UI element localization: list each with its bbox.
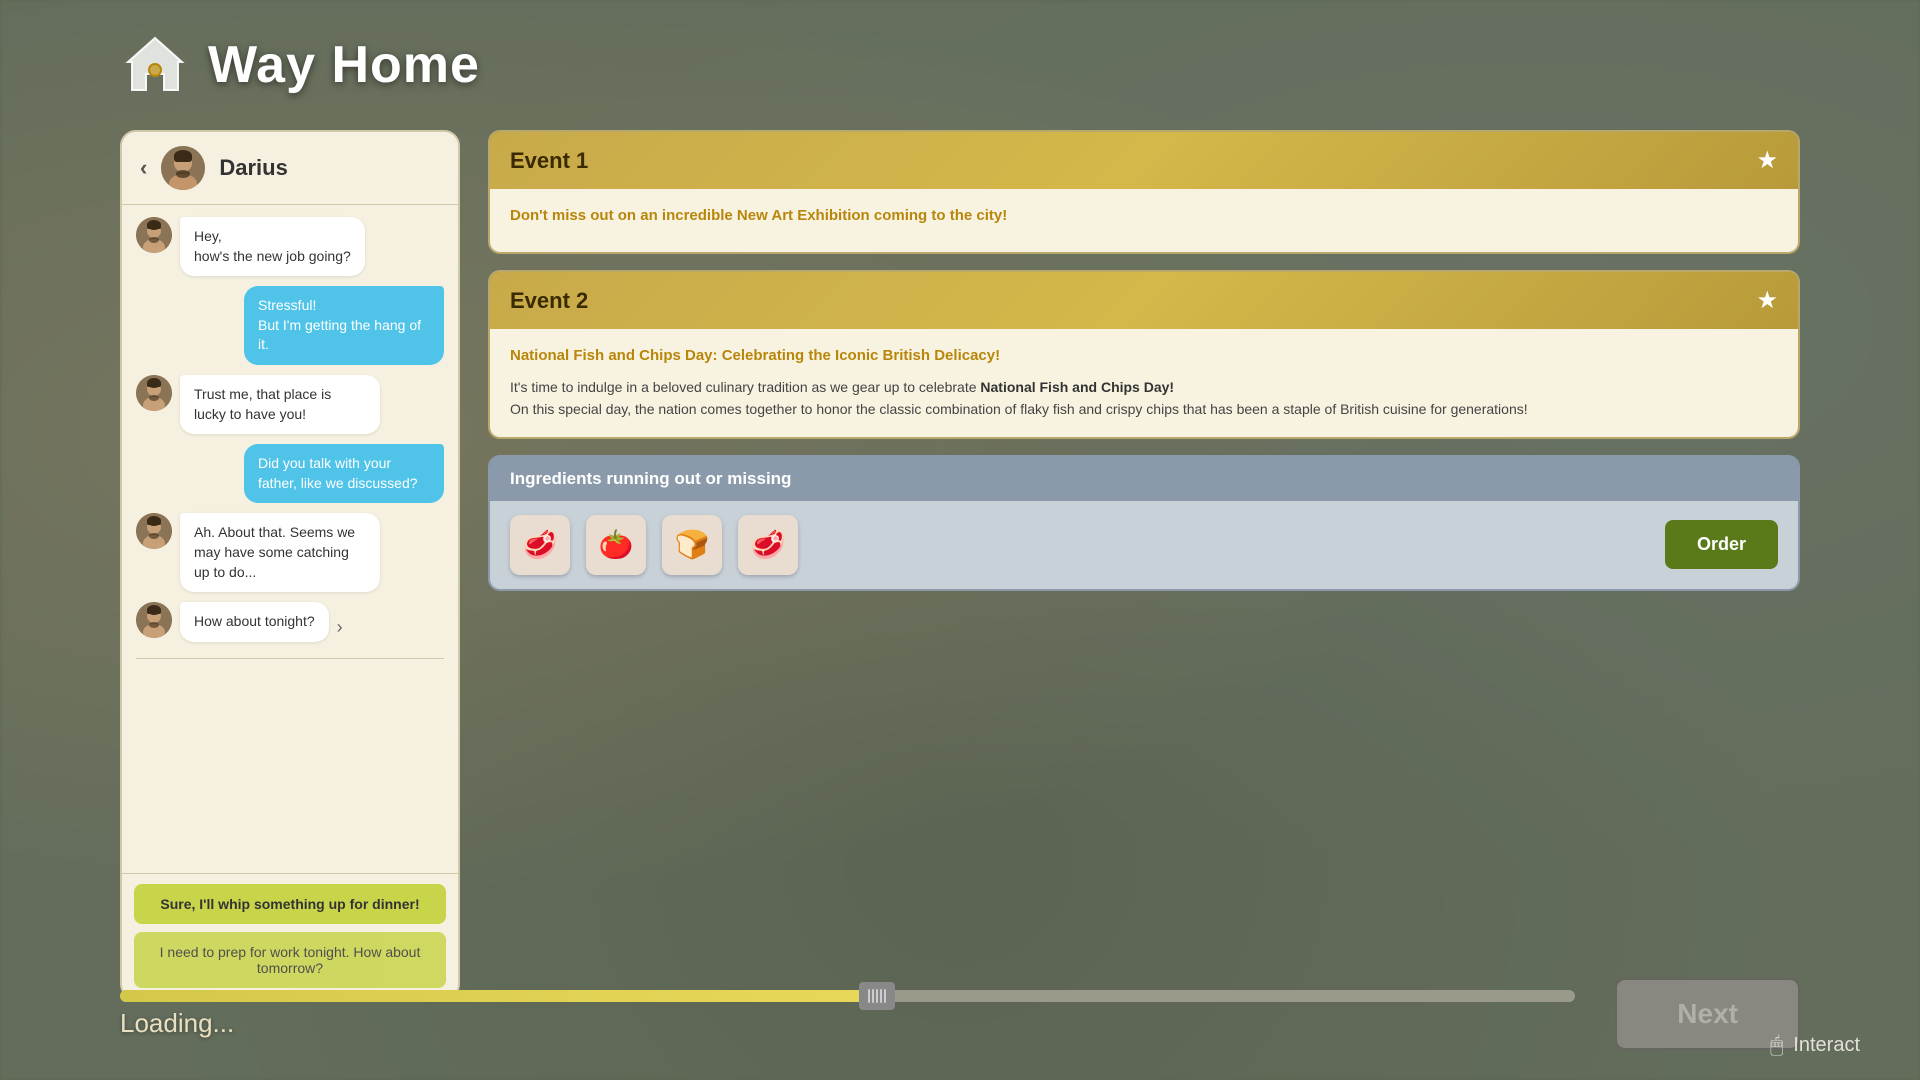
event-2-highlight: National Fish and Chips Day: Celebrating… [510,345,1778,366]
knob-lines [868,989,886,1003]
choice-button-1[interactable]: Sure, I'll whip something up for dinner! [134,884,446,924]
message-row: How about tonight? › [136,602,444,642]
ingredients-header: Ingredients running out or missing [490,457,1798,501]
message-avatar [136,217,172,253]
interact-label: Interact [1793,1034,1860,1057]
bottom-bar: Loading... Next [120,978,1800,1050]
ingredient-item-1: 🥩 [510,515,570,575]
message-bubble: Trust me, that place is lucky to have yo… [180,375,380,434]
event-card-1: Event 1 ★ Don't miss out on an incredibl… [488,130,1800,254]
event-1-header: Event 1 ★ [490,132,1798,189]
ingredients-body: 🥩 🍅 🍞 🥩 Order [490,501,1798,589]
ingredient-item-2: 🍅 [586,515,646,575]
event-1-highlight: Don't miss out on an incredible New Art … [510,205,1778,226]
message-avatar [136,375,172,411]
interact-indicator: 🖱 Interact [1770,1032,1860,1058]
progress-container: Loading... [120,990,1575,1039]
logo-icon [120,30,190,100]
events-panel: Event 1 ★ Don't miss out on an incredibl… [488,130,1800,1000]
contact-name: Darius [219,155,287,181]
ingredient-item-3: 🍞 [662,515,722,575]
message-bubble: Did you talk with your father, like we d… [244,444,444,503]
header: Way Home [120,30,480,100]
main-content: ‹ Darius [120,130,1800,1000]
knob-line-2 [872,989,874,1003]
event-2-header: Event 2 ★ [490,272,1798,329]
message-avatar [136,602,172,638]
message-row: Stressful!But I'm getting the hang of it… [136,286,444,365]
event-card-2: Event 2 ★ National Fish and Chips Day: C… [488,270,1800,439]
event-2-star-icon[interactable]: ★ [1756,286,1778,315]
message-bubble: Ah. About that. Seems we may have some c… [180,513,380,592]
chat-header: ‹ Darius [122,132,458,205]
message-bubble: Stressful!But I'm getting the hang of it… [244,286,444,365]
ingredient-item-4: 🥩 [738,515,798,575]
event-2-body: National Fish and Chips Day: Celebrating… [490,329,1798,437]
ingredients-panel: Ingredients running out or missing 🥩 🍅 🍞… [488,455,1800,591]
progress-knob[interactable] [859,982,895,1010]
knob-line-3 [876,989,878,1003]
back-button[interactable]: ‹ [140,155,147,181]
event-1-star-icon[interactable]: ★ [1756,146,1778,175]
knob-line-5 [884,989,886,1003]
message-bubble: Hey,how's the new job going? [180,217,365,276]
message-bubble: How about tonight? [180,602,329,642]
message-row: Did you talk with your father, like we d… [136,444,444,503]
ingredients-title: Ingredients running out or missing [510,469,791,488]
contact-avatar [161,146,205,190]
event-2-description: It's time to indulge in a beloved culina… [510,376,1778,421]
progress-track [120,990,1575,1002]
event-1-body: Don't miss out on an incredible New Art … [490,189,1798,252]
message-row: Ah. About that. Seems we may have some c… [136,513,444,592]
messages-divider [136,658,444,659]
loading-text: Loading... [120,1008,1575,1039]
progress-fill [120,990,877,1002]
knob-line-1 [868,989,870,1003]
event-1-title: Event 1 [510,148,588,174]
message-avatar [136,513,172,549]
mouse-icon: 🖱 [1770,1032,1783,1058]
chat-panel: ‹ Darius [120,130,460,1000]
message-row: Hey,how's the new job going? [136,217,444,276]
cursor-icon: › [337,617,343,638]
knob-line-4 [880,989,882,1003]
chat-messages[interactable]: Hey,how's the new job going? Stressful!B… [122,205,458,873]
message-row: Trust me, that place is lucky to have yo… [136,375,444,434]
app-title: Way Home [208,35,480,95]
order-button[interactable]: Order [1665,520,1778,569]
event-2-title: Event 2 [510,288,588,314]
